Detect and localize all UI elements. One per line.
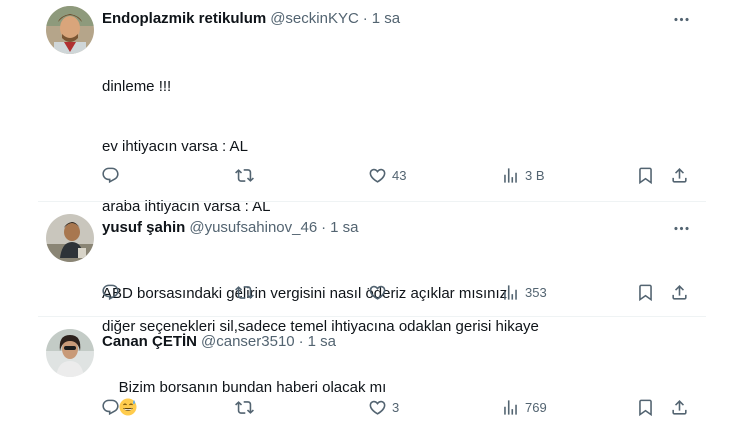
separator-dot: · xyxy=(298,333,304,350)
timestamp[interactable]: 1 sa xyxy=(330,219,358,236)
separator-dot: · xyxy=(321,219,327,236)
views-button[interactable]: 769 xyxy=(501,395,547,419)
action-bar: 353 xyxy=(0,280,706,304)
separator-dot: · xyxy=(362,10,368,27)
tweet[interactable]: Canan ÇETİN @canser3510 · 1 sa Bizim bor… xyxy=(0,317,706,420)
repost-icon[interactable] xyxy=(235,395,254,419)
handle[interactable]: @canser3510 xyxy=(201,333,295,350)
action-bar: 3 769 xyxy=(0,395,706,419)
reply-icon[interactable] xyxy=(101,395,120,419)
display-name[interactable]: yusuf şahin xyxy=(102,219,185,236)
timestamp[interactable]: 1 sa xyxy=(308,333,336,350)
views-button[interactable]: 353 xyxy=(501,280,547,304)
views-icon xyxy=(501,283,520,302)
share-icon[interactable] xyxy=(670,163,689,187)
repost-icon[interactable] xyxy=(235,280,254,304)
view-count: 3 B xyxy=(525,167,545,183)
action-bar: 43 3 B xyxy=(0,163,706,187)
avatar[interactable] xyxy=(46,214,94,262)
like-button[interactable] xyxy=(368,280,392,304)
share-icon[interactable] xyxy=(670,395,689,419)
heart-icon xyxy=(368,283,387,302)
more-icon[interactable] xyxy=(671,9,691,29)
tweet-line: Bizim borsanın bundan haberi olacak mı xyxy=(118,379,387,396)
like-button[interactable]: 3 xyxy=(368,395,399,419)
timestamp[interactable]: 1 sa xyxy=(372,10,400,27)
bookmark-icon[interactable] xyxy=(636,280,655,304)
heart-icon xyxy=(368,398,387,417)
reply-icon[interactable] xyxy=(101,280,120,304)
tweet-line: dinleme !!! xyxy=(102,78,172,95)
avatar[interactable] xyxy=(46,329,94,377)
like-count: 43 xyxy=(392,167,407,183)
bookmark-icon[interactable] xyxy=(636,395,655,419)
views-icon xyxy=(501,166,520,185)
avatar[interactable] xyxy=(46,6,94,54)
view-count: 353 xyxy=(525,284,547,300)
repost-icon[interactable] xyxy=(235,163,254,187)
tweet-line: ev ihtiyacın varsa : AL xyxy=(102,138,248,155)
like-button[interactable]: 43 xyxy=(368,163,406,187)
views-icon xyxy=(501,398,520,417)
bookmark-icon[interactable] xyxy=(636,163,655,187)
tweet[interactable]: Endoplazmik retikulum @seckinKYC · 1 sa … xyxy=(0,0,706,335)
view-count: 769 xyxy=(525,399,547,415)
views-button[interactable]: 3 B xyxy=(501,163,545,187)
more-icon[interactable] xyxy=(671,218,691,238)
handle[interactable]: @seckinKYC xyxy=(270,10,359,27)
tweet[interactable]: yusuf şahin @yusufsahinov_46 · 1 sa ABD … xyxy=(0,202,706,316)
display-name[interactable]: Endoplazmik retikulum xyxy=(102,10,266,27)
display-name[interactable]: Canan ÇETİN xyxy=(102,333,197,350)
share-icon[interactable] xyxy=(670,280,689,304)
heart-icon xyxy=(368,166,387,185)
reply-icon[interactable] xyxy=(101,163,120,187)
like-count: 3 xyxy=(392,399,400,415)
handle[interactable]: @yusufsahinov_46 xyxy=(189,219,317,236)
